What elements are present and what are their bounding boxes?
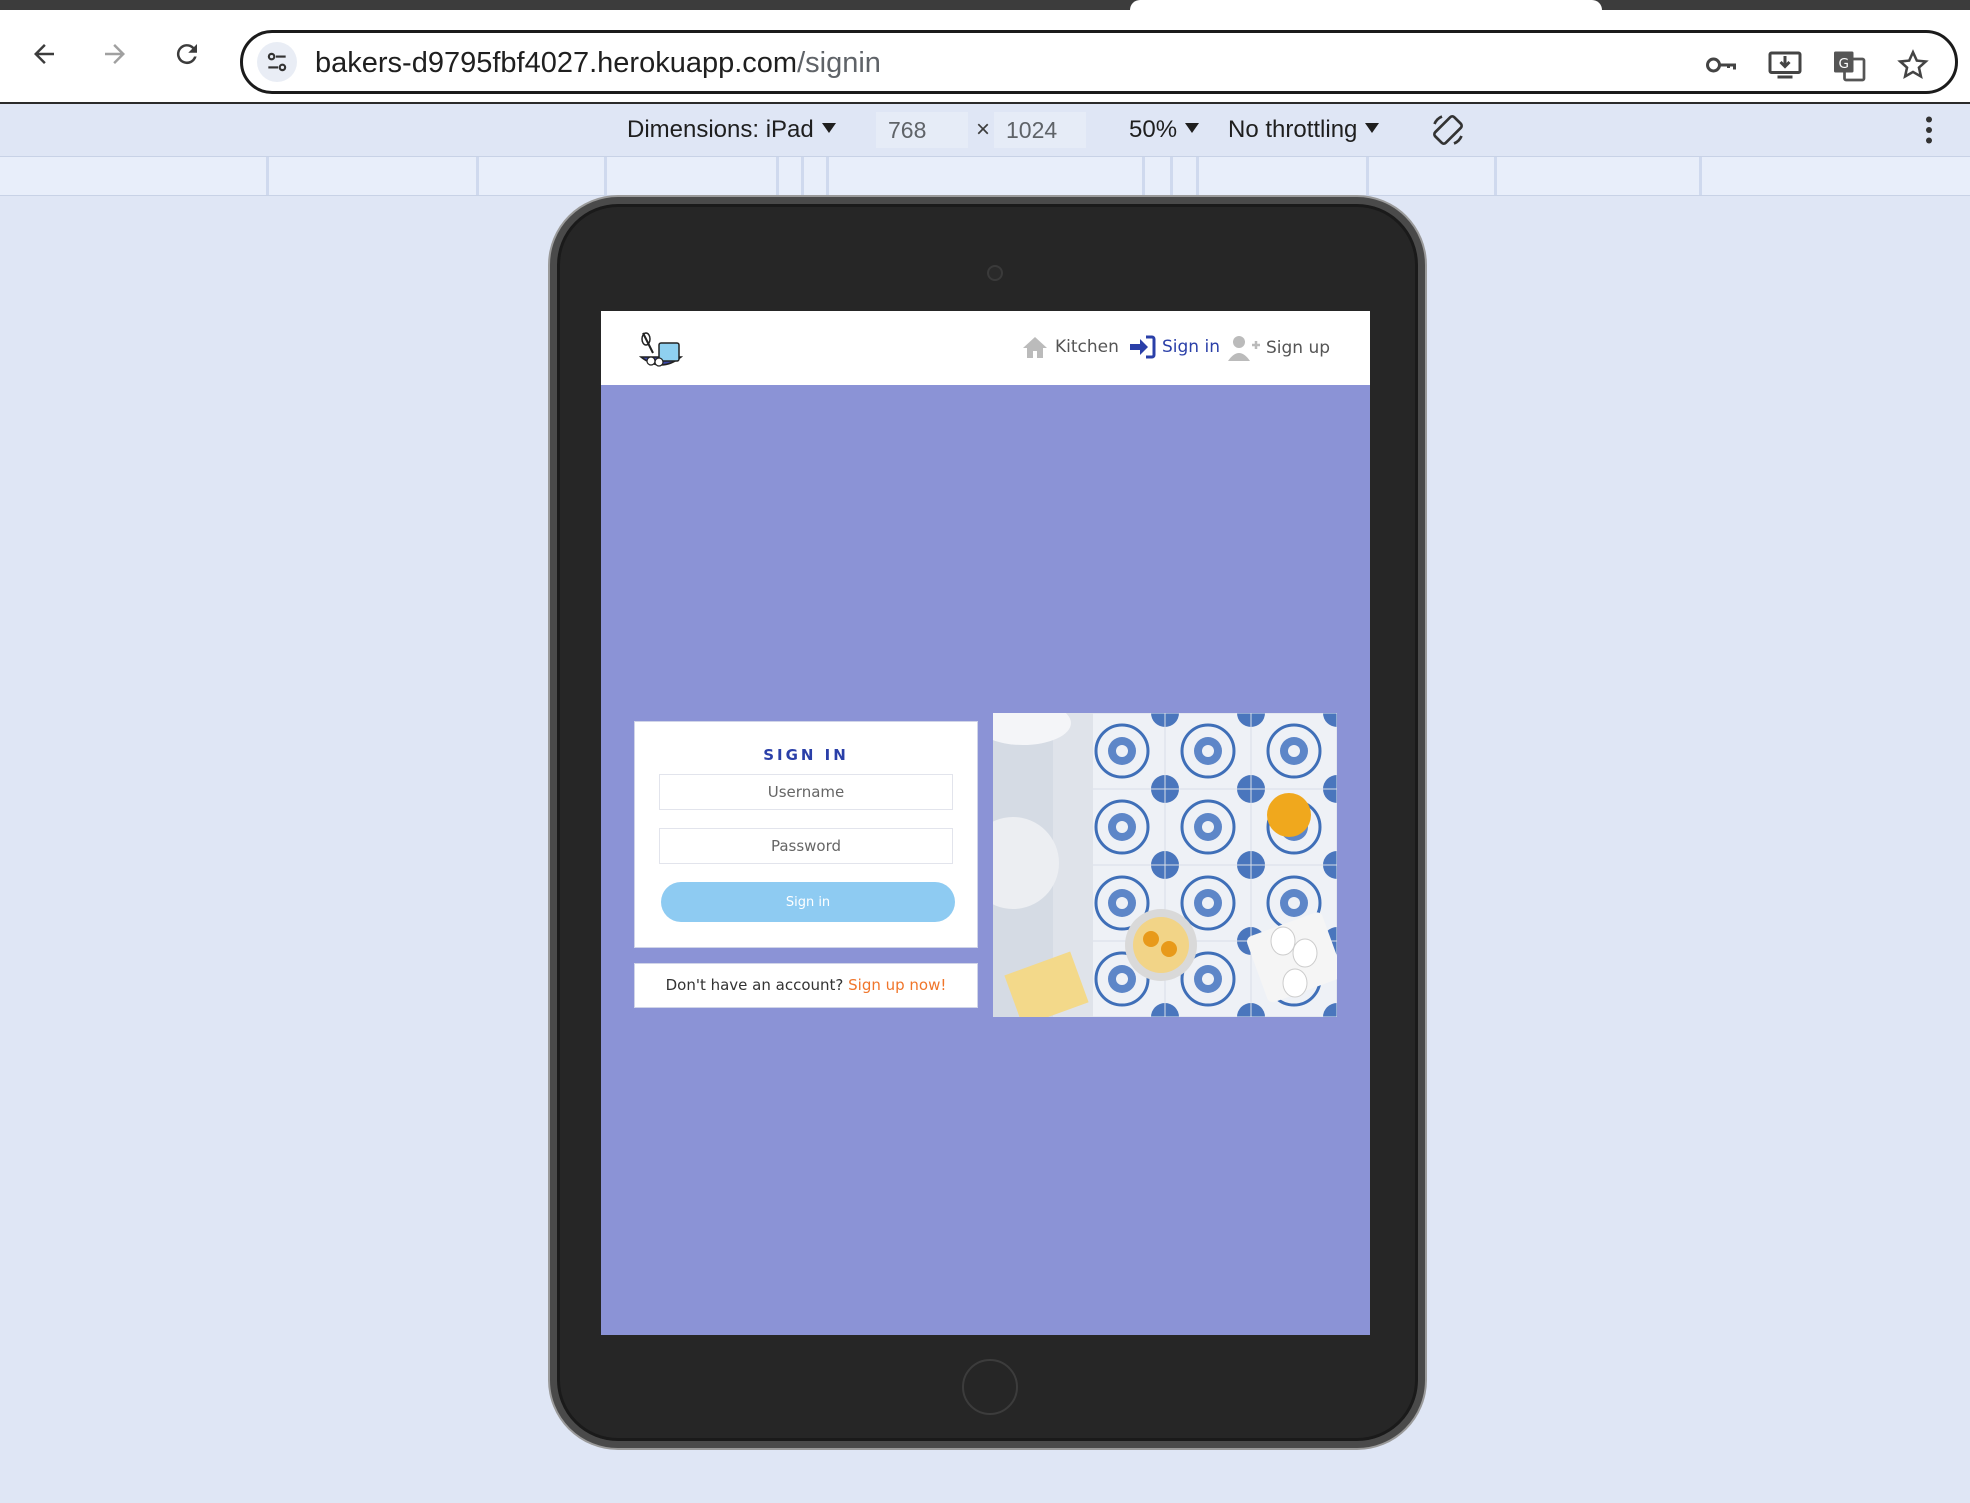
svg-text:G: G [1839,56,1849,72]
media-query-segment[interactable] [1170,157,1196,195]
tab-strip [0,0,1970,10]
username-input[interactable] [659,774,953,810]
home-button[interactable] [962,1359,1018,1415]
back-icon[interactable] [24,34,64,74]
chevron-down-icon [1365,123,1380,133]
key-icon[interactable] [1701,45,1741,85]
translate-icon[interactable]: G [1829,45,1869,85]
media-query-bar[interactable] [0,157,1970,196]
signup-link[interactable]: Sign up now! [848,976,946,994]
nav-signin[interactable]: Sign in [1128,335,1220,359]
home-icon [1023,337,1047,358]
forward-icon[interactable] [95,34,135,74]
site-info-icon[interactable] [257,42,297,82]
device-viewport: Kitchen Sign in Sign up SIGN IN Sign in … [601,311,1370,1335]
throttling-select[interactable]: No throttling [1228,116,1380,144]
media-query-segment[interactable] [604,157,776,195]
rotate-icon[interactable] [1430,112,1466,155]
device-dimensions-select[interactable]: Dimensions: iPad [627,116,836,144]
nav-signup-label: Sign up [1266,338,1331,358]
signin-button[interactable]: Sign in [661,882,955,922]
star-icon[interactable] [1893,45,1933,85]
sign-in-icon [1130,335,1156,359]
bakery-logo-icon[interactable] [637,331,685,373]
reload-icon[interactable] [167,34,207,74]
baking-photo [993,713,1337,1017]
install-icon[interactable] [1765,45,1805,85]
zoom-select[interactable]: 50% [1129,116,1200,144]
media-query-segment[interactable] [1366,157,1494,195]
add-user-icon [1228,336,1260,361]
password-input[interactable] [659,828,953,864]
signin-title: SIGN IN [763,746,849,764]
dimension-separator: × [976,116,991,143]
signup-prompt-text: Don't have an account? [665,976,849,994]
device-toolbar: Dimensions: iPad 768 × 1024 50% No throt… [0,104,1970,157]
nav-kitchen[interactable]: Kitchen [1021,335,1119,359]
signup-prompt-card: Don't have an account? Sign up now! [634,963,978,1008]
media-query-segment[interactable] [801,157,826,195]
more-options-icon[interactable] [1920,112,1938,155]
nav-signup[interactable]: Sign up [1228,335,1330,361]
media-query-segment[interactable] [476,157,604,195]
browser-toolbar: bakers-d9795fbf4027.herokuapp.com/signin… [0,10,1970,104]
signin-card: SIGN IN Sign in [634,721,978,948]
nav-signin-label: Sign in [1162,337,1220,357]
chevron-down-icon [821,123,836,133]
device-height-input[interactable]: 1024 [994,112,1086,148]
url-text[interactable]: bakers-d9795fbf4027.herokuapp.com/signin [315,47,881,80]
media-query-segment[interactable] [826,157,1142,195]
address-bar[interactable]: bakers-d9795fbf4027.herokuapp.com/signin… [240,30,1958,94]
media-query-segment[interactable] [1142,157,1170,195]
active-tab[interactable] [1130,0,1602,10]
camera-icon [987,265,1003,281]
app-navbar: Kitchen Sign in Sign up [601,311,1370,385]
nav-kitchen-label: Kitchen [1055,337,1119,357]
chevron-down-icon [1185,123,1200,133]
media-query-segment[interactable] [1494,157,1702,195]
media-query-segment[interactable] [266,157,476,195]
device-width-input[interactable]: 768 [876,112,968,148]
media-query-segment[interactable] [1196,157,1366,195]
signup-prompt: Don't have an account? Sign up now! [635,976,977,994]
media-query-segment[interactable] [776,157,801,195]
